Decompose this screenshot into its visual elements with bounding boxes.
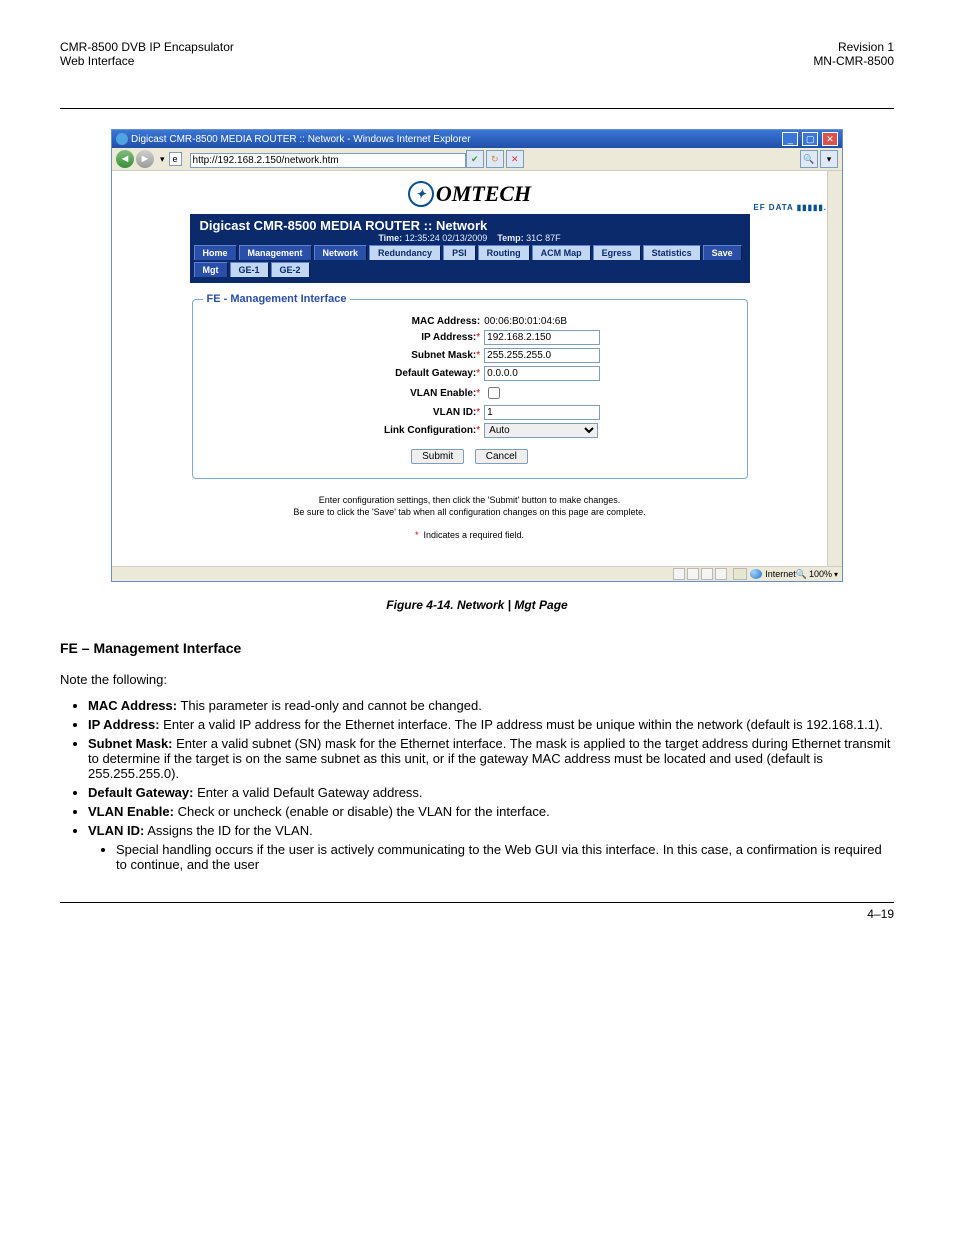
page-content: ✦ OMTECH EF DATA ▮▮▮▮▮. Digicast CMR-850… <box>112 171 827 566</box>
tab-acm-map[interactable]: ACM Map <box>532 245 591 260</box>
brand-logo: ✦ OMTECH EF DATA ▮▮▮▮▮. <box>112 177 827 214</box>
tab-psi[interactable]: PSI <box>443 245 476 260</box>
link-label: Link Configuration: <box>384 425 476 436</box>
doc-sub-right: MN-CMR-8500 <box>813 54 894 68</box>
tab-ge1[interactable]: GE-1 <box>230 262 269 277</box>
minimize-button[interactable]: _ <box>782 132 798 146</box>
status-segment <box>673 568 685 580</box>
doc-header-right: Revision 1 <box>838 40 894 54</box>
temp-label: Temp: <box>497 233 523 243</box>
help-line2: Be sure to click the 'Save' tab when all… <box>190 507 750 519</box>
status-bar: Internet 🔍 100% ▾ <box>112 566 842 581</box>
page-number: 4–19 <box>867 907 894 921</box>
subnet-input[interactable] <box>484 348 600 363</box>
browser-window: Digicast CMR-8500 MEDIA ROUTER :: Networ… <box>111 129 843 582</box>
time-value: 12:35:24 02/13/2009 <box>405 233 488 243</box>
logo-globe-icon: ✦ <box>408 181 434 207</box>
list-item: IP Address: Enter a valid IP address for… <box>88 717 894 732</box>
tab-network[interactable]: Network <box>314 245 368 260</box>
help-required: Indicates a required field. <box>423 530 524 540</box>
internet-zone-label: Internet <box>765 569 796 579</box>
help-line1: Enter configuration settings, then click… <box>190 495 750 507</box>
link-config-select[interactable]: Auto <box>484 423 598 438</box>
browser-toolbar: ◄ ► ▾ e ✔ ↻ ✕ 🔍 ▾ <box>112 148 842 171</box>
page-title: Digicast CMR-8500 MEDIA ROUTER :: Networ… <box>190 214 750 233</box>
tab-statistics[interactable]: Statistics <box>643 245 701 260</box>
gateway-input[interactable] <box>484 366 600 381</box>
search-button[interactable]: 🔍 <box>800 150 818 168</box>
submit-button[interactable]: Submit <box>411 449 464 464</box>
doc-sub-left: Web Interface <box>60 54 134 68</box>
vlan-id-label: VLAN ID: <box>433 407 476 418</box>
list-item: VLAN ID: Assigns the ID for the VLAN. Sp… <box>88 823 894 872</box>
zoom-value: 100% <box>809 569 832 579</box>
vlan-enable-checkbox[interactable] <box>488 387 500 399</box>
figure-caption: Figure 4-14. Network | Mgt Page <box>60 598 894 612</box>
mgt-interface-fieldset: FE - Management Interface MAC Address: 0… <box>192 293 748 479</box>
scrollbar[interactable] <box>827 171 842 566</box>
window-title: Digicast CMR-8500 MEDIA ROUTER :: Networ… <box>131 134 471 145</box>
forward-button[interactable]: ► <box>136 150 154 168</box>
stop-button[interactable]: ✕ <box>506 150 524 168</box>
go-button[interactable]: ✔ <box>466 150 484 168</box>
list-item: Default Gateway: Enter a valid Default G… <box>88 785 894 800</box>
zoom-icon[interactable]: 🔍 <box>796 569 807 580</box>
refresh-button[interactable]: ↻ <box>486 150 504 168</box>
nav-dropdown[interactable]: ▾ <box>160 154 165 165</box>
mac-label: MAC Address: <box>412 316 481 327</box>
back-button[interactable]: ◄ <box>116 150 134 168</box>
time-label: Time: <box>378 233 402 243</box>
list-item: Subnet Mask: Enter a valid subnet (SN) m… <box>88 736 894 781</box>
status-segment <box>715 568 727 580</box>
security-icon <box>733 568 747 580</box>
tab-routing[interactable]: Routing <box>478 245 530 260</box>
section-heading: FE – Management Interface <box>60 640 894 656</box>
maximize-button[interactable]: ▢ <box>802 132 818 146</box>
window-titlebar: Digicast CMR-8500 MEDIA ROUTER :: Networ… <box>112 130 842 148</box>
vlan-id-input[interactable] <box>484 405 600 420</box>
list-item: Special handling occurs if the user is a… <box>116 842 894 872</box>
zoom-dropdown[interactable]: ▾ <box>834 570 838 579</box>
ie-icon <box>116 133 128 145</box>
tabs-secondary: Mgt GE-1 GE-2 <box>190 262 750 283</box>
status-segment <box>687 568 699 580</box>
tab-save[interactable]: Save <box>703 245 742 260</box>
logo-text: OMTECH <box>436 181 531 207</box>
ip-label: IP Address: <box>421 332 476 343</box>
temp-value: 31C 87F <box>526 233 561 243</box>
cancel-button[interactable]: Cancel <box>475 449 528 464</box>
section-intro: Note the following: <box>60 670 894 690</box>
vlan-enable-label: VLAN Enable: <box>410 388 476 399</box>
bullet-list: MAC Address: This parameter is read-only… <box>60 698 894 872</box>
page-type-icon: e <box>169 152 182 166</box>
tab-redundancy[interactable]: Redundancy <box>369 245 441 260</box>
fieldset-legend: FE - Management Interface <box>203 293 351 305</box>
close-button[interactable]: ✕ <box>822 132 838 146</box>
mac-value: 00:06:B0:01:04:6B <box>484 316 567 327</box>
doc-header-left: CMR-8500 DVB IP Encapsulator <box>60 40 234 54</box>
list-item: VLAN Enable: Check or uncheck (enable or… <box>88 804 894 819</box>
gw-label: Default Gateway: <box>395 368 476 379</box>
tab-home[interactable]: Home <box>194 245 237 260</box>
tab-egress[interactable]: Egress <box>593 245 641 260</box>
list-item: MAC Address: This parameter is read-only… <box>88 698 894 713</box>
tab-management[interactable]: Management <box>239 245 312 260</box>
search-dropdown[interactable]: ▾ <box>820 150 838 168</box>
tab-mgt[interactable]: Mgt <box>194 262 228 277</box>
ip-input[interactable] <box>484 330 600 345</box>
internet-zone-icon <box>750 569 762 579</box>
status-segment <box>701 568 713 580</box>
tabs-primary: Home Management Network Redundancy PSI R… <box>190 245 750 262</box>
sn-label: Subnet Mask: <box>411 350 476 361</box>
tab-ge2[interactable]: GE-2 <box>271 262 310 277</box>
address-input[interactable] <box>190 153 466 168</box>
